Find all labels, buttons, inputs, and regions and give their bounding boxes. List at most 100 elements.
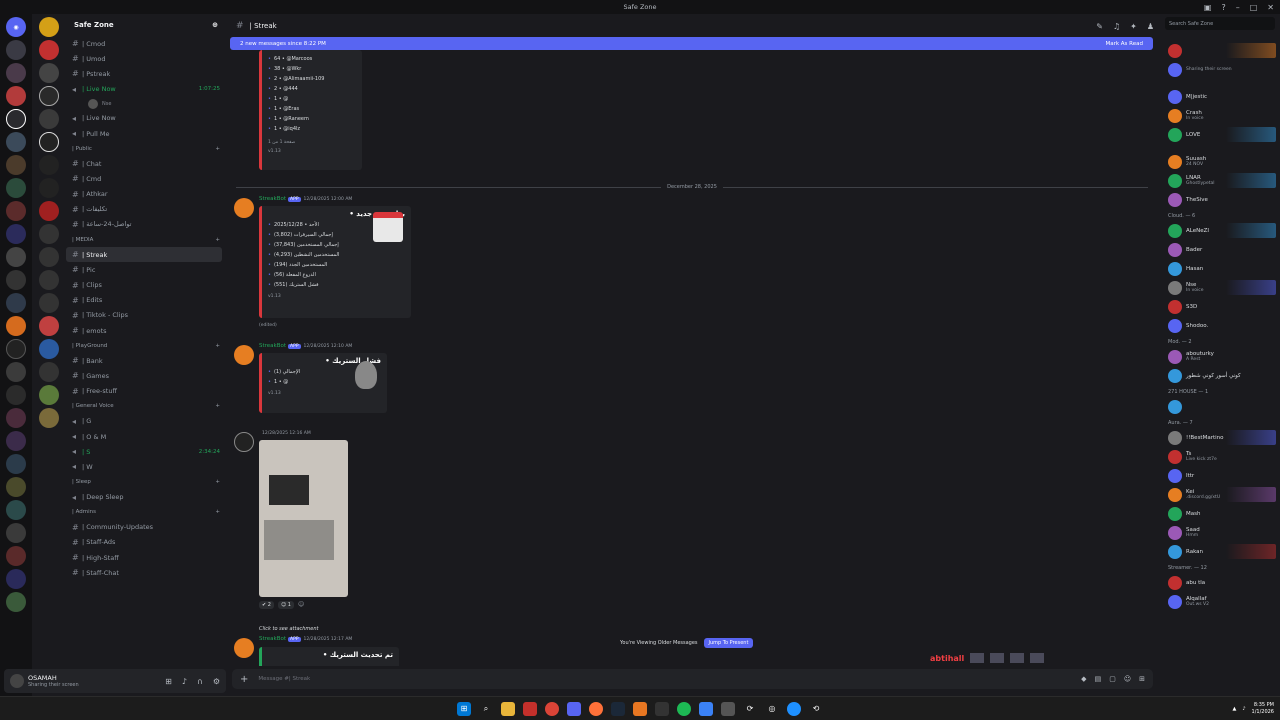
- member-item[interactable]: Kei .discord.gg/xtU: [1160, 485, 1280, 504]
- spotify-icon[interactable]: [677, 701, 691, 716]
- search-icon[interactable]: ⌕: [479, 702, 493, 716]
- add-channel-icon[interactable]: +: [215, 146, 220, 152]
- channel-category[interactable]: | Public +: [66, 141, 226, 156]
- channel-text[interactable]: # | Athkar: [66, 187, 226, 202]
- server-icon[interactable]: [39, 63, 59, 83]
- server-icon[interactable]: [39, 86, 59, 106]
- app-icon[interactable]: ⟳: [743, 702, 757, 716]
- server-icon[interactable]: [39, 224, 59, 244]
- server-icon[interactable]: [6, 63, 26, 83]
- channel-category[interactable]: | Admins +: [66, 505, 226, 520]
- channel-text[interactable]: # | emots: [66, 323, 226, 338]
- member-item[interactable]: [1160, 41, 1280, 60]
- server-icon[interactable]: [6, 178, 26, 198]
- server-icon[interactable]: [39, 40, 59, 60]
- channel-text[interactable]: # | Cmod: [66, 36, 226, 51]
- attachment-image[interactable]: [259, 440, 348, 597]
- channel-category[interactable]: | General Voice +: [66, 399, 226, 414]
- server-icon[interactable]: [39, 362, 59, 382]
- server-icon[interactable]: [39, 178, 59, 198]
- minimize-icon[interactable]: –: [1236, 3, 1240, 12]
- member-item[interactable]: Bader: [1160, 240, 1280, 259]
- reaction-button[interactable]: ☺ 1: [277, 601, 294, 609]
- avatar[interactable]: [234, 432, 254, 452]
- member-list-icon[interactable]: ♟: [1147, 22, 1154, 31]
- chrome-icon[interactable]: [545, 701, 559, 716]
- member-item[interactable]: S3D: [1160, 297, 1280, 316]
- server-icon[interactable]: [6, 362, 26, 382]
- app-icon[interactable]: [523, 701, 537, 716]
- channel-text[interactable]: # | Staff-Chat: [66, 565, 226, 580]
- member-item[interactable]: Shodoo.: [1160, 316, 1280, 335]
- member-item[interactable]: M|jestic: [1160, 87, 1280, 106]
- channel-text[interactable]: # | Tiktok - Clips: [66, 308, 226, 323]
- channel-text[interactable]: # | تكليفات: [66, 202, 226, 217]
- add-channel-icon[interactable]: +: [215, 343, 220, 349]
- home-icon[interactable]: ◉: [6, 17, 26, 37]
- channel-voice[interactable]: ◂ | W: [66, 459, 226, 474]
- controller-icon[interactable]: ⊞: [165, 677, 172, 686]
- app-icon[interactable]: [787, 701, 801, 716]
- windows-start-icon[interactable]: ⊞: [457, 701, 471, 716]
- channel-text[interactable]: # | Chat: [66, 156, 226, 171]
- app-icon[interactable]: [655, 701, 669, 716]
- member-item[interactable]: abu tla: [1160, 573, 1280, 592]
- channel-voice[interactable]: ◂ | S 2:34:24: [66, 444, 226, 459]
- member-item[interactable]: Crash In voice: [1160, 106, 1280, 125]
- server-icon[interactable]: [6, 477, 26, 497]
- member-item[interactable]: Alqallaf Out.ws V2: [1160, 592, 1280, 611]
- server-icon[interactable]: [6, 316, 26, 336]
- channel-voice[interactable]: ◂ | O & M: [66, 429, 226, 444]
- microphone-icon[interactable]: ♪: [182, 677, 187, 686]
- server-icon[interactable]: [6, 431, 26, 451]
- app-icon[interactable]: ◎: [765, 702, 779, 716]
- channel-voice[interactable]: ◂ | G: [66, 414, 226, 429]
- channel-text[interactable]: # | High-Staff: [66, 550, 226, 565]
- channel-text[interactable]: # | Staff-Ads: [66, 535, 226, 550]
- server-icon[interactable]: [6, 201, 26, 221]
- server-icon[interactable]: [6, 408, 26, 428]
- add-channel-icon[interactable]: +: [215, 237, 220, 243]
- server-icon[interactable]: [6, 270, 26, 290]
- channel-text[interactable]: # | Free-stuff: [66, 384, 226, 399]
- avatar[interactable]: [234, 345, 254, 365]
- headphones-icon[interactable]: ∩: [197, 677, 203, 686]
- close-icon[interactable]: ✕: [1267, 3, 1274, 12]
- channel-category[interactable]: | PlayGround +: [66, 338, 226, 353]
- member-item[interactable]: Nse In voice: [1160, 278, 1280, 297]
- server-icon[interactable]: [39, 201, 59, 221]
- author-name[interactable]: StreakBot: [259, 343, 286, 349]
- member-item[interactable]: LOVE: [1160, 125, 1280, 144]
- avatar[interactable]: [234, 198, 254, 218]
- server-icon[interactable]: [6, 86, 26, 106]
- member-item[interactable]: Suuash 24 NOV: [1160, 152, 1280, 171]
- channel-text[interactable]: # | Umod: [66, 51, 226, 66]
- server-icon[interactable]: [6, 592, 26, 612]
- add-reaction-icon[interactable]: ☺: [298, 601, 304, 609]
- jump-to-present-button[interactable]: Jump To Present: [703, 638, 754, 648]
- channel-voice[interactable]: ◂ | Live Now 1:07:25: [66, 82, 226, 97]
- channel-text[interactable]: # | Community-Updates: [66, 520, 226, 535]
- new-messages-bar[interactable]: 2 new messages since 8:22 PM Mark As Rea…: [230, 37, 1153, 50]
- channel-voice[interactable]: ◂ | Deep Sleep: [66, 490, 226, 505]
- voice-participant[interactable]: Nse: [66, 97, 226, 111]
- maximize-icon[interactable]: □: [1250, 3, 1258, 12]
- steam-icon[interactable]: [611, 701, 625, 716]
- server-icon[interactable]: [39, 408, 59, 428]
- app-icon[interactable]: [633, 701, 647, 716]
- member-item[interactable]: LNAR Ghostlypetal: [1160, 171, 1280, 190]
- gif-icon[interactable]: ▤: [1095, 675, 1102, 683]
- avatar[interactable]: [234, 638, 254, 658]
- channel-text[interactable]: # | Streak: [66, 247, 222, 263]
- settings-icon[interactable]: ⚙: [213, 677, 220, 686]
- add-channel-icon[interactable]: +: [215, 509, 220, 515]
- server-icon[interactable]: [39, 155, 59, 175]
- server-icon[interactable]: [6, 569, 26, 589]
- server-icon[interactable]: [6, 454, 26, 474]
- member-item[interactable]: ALeNeZI: [1160, 221, 1280, 240]
- app-icon[interactable]: ⟲: [809, 702, 823, 716]
- channel-voice[interactable]: ◂ | Pull Me: [66, 126, 226, 141]
- server-icon[interactable]: [39, 316, 59, 336]
- member-item[interactable]: Saad Hmm: [1160, 523, 1280, 542]
- emoji-icon[interactable]: ☺: [1124, 675, 1131, 683]
